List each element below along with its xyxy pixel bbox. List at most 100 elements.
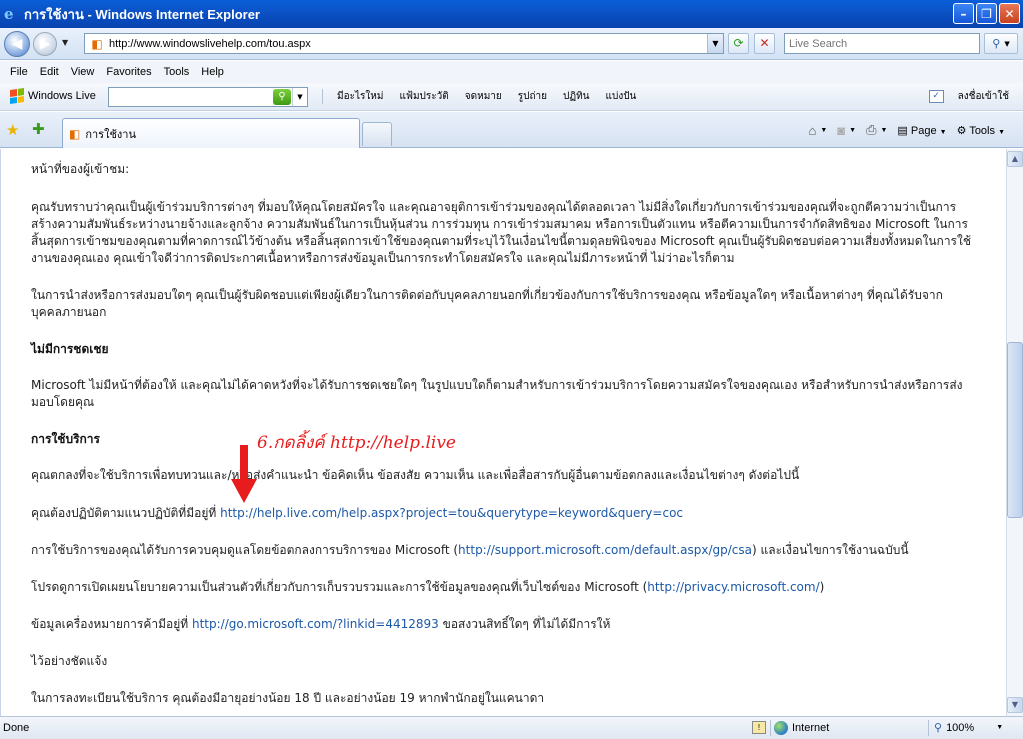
ie-logo-icon: e [4,5,14,23]
menu-bar: File Edit View Favorites Tools Help [0,61,1023,83]
window-title: การใช้งาน - Windows Internet Explorer [24,6,260,22]
zoom-control[interactable]: ⚲ 100% ▼ [934,721,1003,735]
feeds-dropdown-icon[interactable]: ▼ [849,127,856,134]
live-signin: ✓ ลงชื่อเข้าใช้ [928,89,1009,104]
menu-tools[interactable]: Tools [158,66,196,78]
trademark-link[interactable]: http://go.microsoft.com/?linkid=4412893 [192,617,439,631]
windows-live-logo[interactable]: Windows Live [10,88,96,104]
feeds-icon[interactable]: ◙ [837,123,845,138]
messenger-status-icon[interactable]: ✓ [928,90,944,103]
live-link-calendar[interactable]: ปฏิทิน [563,89,590,104]
search-dropdown-icon: ▼ [1004,39,1010,48]
live-link-photos[interactable]: รูปถ่าย [518,89,547,104]
tab-title: การใช้งาน [85,127,136,141]
zone-label: Internet [792,722,830,734]
address-toolbar: ◀ ▶ ▼ ◧ http://www.windowslivehelp.com/t… [0,28,1023,60]
forward-arrow-icon: ▶ [39,36,51,52]
internet-zone-globe-icon [774,721,788,735]
live-toolbar-search-input[interactable] [109,88,269,106]
paragraph-guidelines: คุณต้องปฏิบัติตามแนวปฏิบัติที่มีอยู่ที่ … [31,505,971,522]
live-search-dropdown-icon[interactable]: ▼ [292,88,307,106]
menu-edit[interactable]: Edit [34,66,65,78]
paragraph-no-compensation: Microsoft ไม่มีหน้าที่ต้องให้ และคุณไม่ไ… [31,378,963,409]
close-button[interactable]: ✕ [999,3,1020,24]
tools-menu-button[interactable]: ⚙ Tools ▼ [957,124,1005,137]
live-toolbar-links: มีอะไรใหม่ แฟ้มประวัติ จดหมาย รูปถ่าย ปฏ… [322,89,636,104]
paragraph-trademark: ข้อมูลเครื่องหมายการค้ามีอยู่ที่ http://… [31,616,971,633]
trademark-tail: ขอสงวนสิทธิ์ใดๆ ที่ไม่ได้มีการให้ [438,617,611,631]
live-search-input[interactable] [785,34,979,53]
refresh-button[interactable]: ⟳ [728,33,749,54]
minimize-button[interactable]: – [953,3,974,24]
menu-favorites[interactable]: Favorites [100,66,157,78]
title-bar: e การใช้งาน - Windows Internet Explorer … [0,0,1023,28]
paragraph-agree-use: คุณตกลงที่จะใช้บริการเพื่อทบทวนและ/หรือส… [31,468,800,482]
refresh-icon: ⟳ [733,36,744,50]
vertical-scrollbar[interactable]: ▲ ▼ [1006,149,1023,716]
live-search-go-icon[interactable]: ⚲ [273,89,291,105]
page-favicon-icon: ◧ [91,36,103,51]
new-tab-button[interactable] [362,122,392,146]
heading-use-of-service: การใช้บริการ [31,432,100,446]
tab-favicon-icon: ◧ [69,126,81,141]
windows-live-label: Windows Live [28,90,96,102]
favorites-center-star-icon[interactable]: ★ [6,121,19,139]
page-menu-label: Page [910,124,937,137]
status-bar: Done ! Internet ⚲ 100% ▼ [0,716,1023,739]
live-link-whats-new[interactable]: มีอะไรใหม่ [337,89,383,104]
print-icon[interactable]: ⎙ [866,122,876,138]
zoom-level: 100% [946,721,975,734]
forward-button[interactable]: ▶ [33,32,57,56]
scroll-up-button[interactable]: ▲ [1007,151,1023,167]
tab-row: ★ ✚ ◧ การใช้งาน ⌂ ▼ ◙ ▼ ⎙ ▼ ▤ Page ▼ ⚙ Tool… [0,112,1023,148]
windows-live-toolbar: Windows Live ⚲ ▼ มีอะไรใหม่ แฟ้มประวัติ … [0,83,1023,111]
paragraph-voluntary-participation: คุณรับทราบว่าคุณเป็นผู้เข้าร่วมบริการต่า… [31,200,972,265]
privacy-link[interactable]: http://privacy.microsoft.com/ [647,580,819,594]
live-link-profile[interactable]: แฟ้มประวัติ [399,89,448,104]
trademark-text: ข้อมูลเครื่องหมายการค้ามีอยู่ที่ [31,617,192,631]
service-agreement-tail: ) และเงื่อนไขการใช้งานฉบับนี้ [752,543,909,557]
stop-icon: ✕ [759,36,770,50]
annotation-instruction: 6.กดลิ้งค์ http://help.live [257,433,456,453]
security-status-icon[interactable]: ! [752,721,766,734]
page-menu-button[interactable]: ▤ Page ▼ [897,124,946,137]
address-bar[interactable]: ◧ http://www.windowslivehelp.com/tou.asp… [84,33,724,54]
annotation-arrow-icon [231,445,257,503]
address-url[interactable]: http://www.windowslivehelp.com/tou.aspx [109,38,311,50]
maximize-button[interactable]: ❐ [976,3,997,24]
live-link-share[interactable]: แบ่งปัน [606,89,637,104]
signin-link[interactable]: ลงชื่อเข้าใช้ [958,89,1009,104]
menu-help[interactable]: Help [195,66,230,78]
paragraph-privacy: โปรดดูการเปิดเผยนโยบายความเป็นส่วนตัวที่… [31,579,971,596]
security-zone[interactable]: Internet [774,721,829,735]
paragraph-service-agreement: การใช้บริการของคุณได้รับการควบคุมดูแลโดย… [31,542,971,559]
home-dropdown-icon[interactable]: ▼ [820,127,827,134]
privacy-text: โปรดดูการเปิดเผยนโยบายความเป็นส่วนตัวที่… [31,580,648,594]
recent-pages-dropdown[interactable]: ▼ [62,38,68,47]
stop-button[interactable]: ✕ [754,33,775,54]
back-arrow-icon: ◀ [11,36,23,52]
address-dropdown-icon[interactable]: ▼ [707,34,723,53]
scroll-down-button[interactable]: ▼ [1007,697,1023,713]
page-dropdown-icon: ▼ [939,128,947,136]
menu-view[interactable]: View [65,66,101,78]
service-agreement-link[interactable]: http://support.microsoft.com/default.asp… [458,543,752,557]
scroll-thumb[interactable] [1007,342,1023,518]
home-icon[interactable]: ⌂ [808,123,816,138]
menu-file[interactable]: File [4,66,34,78]
search-icon: ⚲ [992,37,1001,50]
live-link-mail[interactable]: จดหมาย [465,89,502,104]
zoom-icon: ⚲ [934,722,943,734]
privacy-tail: ) [819,580,825,594]
guidelines-text: คุณต้องปฏิบัติตามแนวปฏิบัติที่มีอยู่ที่ [31,506,221,520]
tab-current[interactable]: ◧ การใช้งาน [62,118,360,148]
add-to-favorites-icon[interactable]: ✚ [32,120,45,138]
command-bar: ⌂ ▼ ◙ ▼ ⎙ ▼ ▤ Page ▼ ⚙ Tools ▼ [808,122,1005,138]
back-button[interactable]: ◀ [4,31,30,57]
print-dropdown-icon[interactable]: ▼ [880,127,887,134]
search-button[interactable]: ⚲ ▼ [984,33,1018,54]
live-toolbar-search[interactable]: ⚲ ▼ [108,87,308,107]
visitor-duties-label: หน้าที่ของผู้เข้าชม: [31,162,130,176]
live-search-box[interactable] [784,33,980,54]
guidelines-link[interactable]: http://help.live.com/help.aspx?project=t… [220,506,683,520]
